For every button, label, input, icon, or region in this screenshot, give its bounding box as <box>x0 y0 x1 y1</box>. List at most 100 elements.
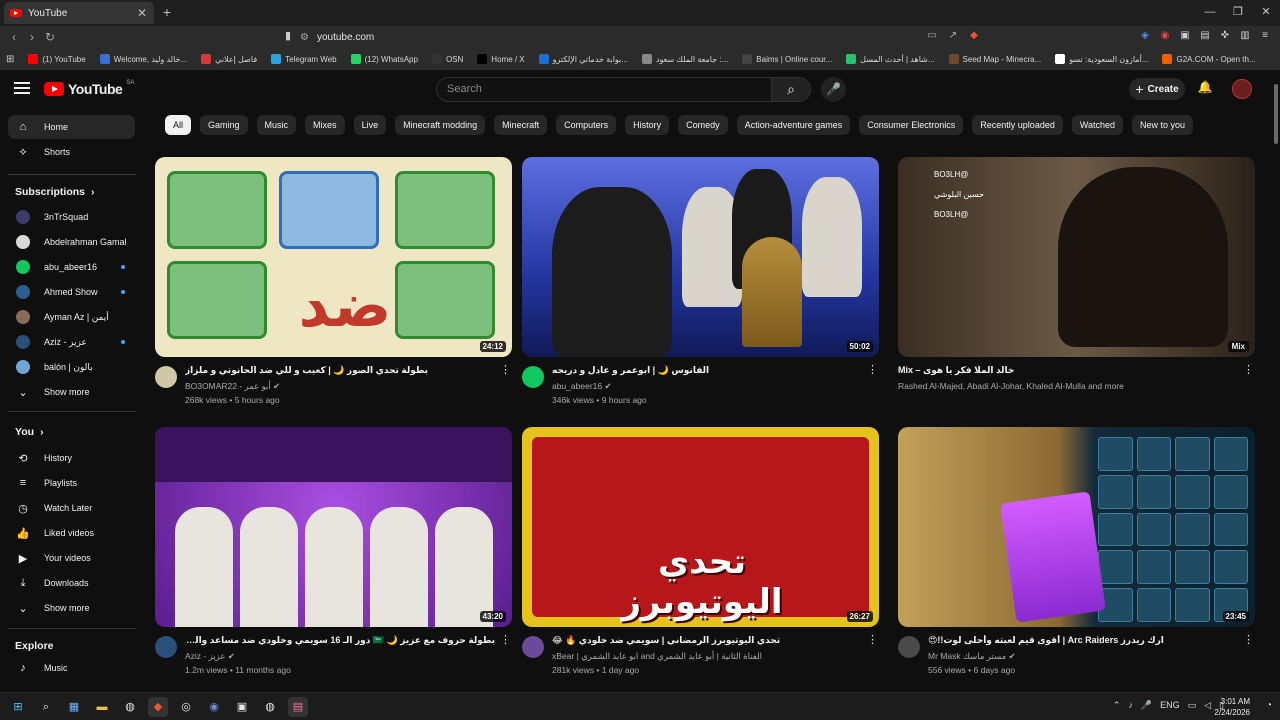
video-title[interactable]: بطولة تحدي الصور 🌙 | كعيب و للي ضد الحان… <box>185 365 495 376</box>
adblock-extension-icon[interactable]: ◉ <box>1158 29 1172 43</box>
bookmark-item[interactable]: بوابة خدماتي الإلكترو... <box>538 54 628 64</box>
chip-computers[interactable]: Computers <box>556 115 617 135</box>
share-icon[interactable]: ↗ <box>947 29 959 43</box>
language-indicator[interactable]: ENG <box>1160 700 1180 711</box>
extension-icon-2[interactable]: ▤ <box>1198 29 1212 43</box>
close-window-button[interactable]: ✕ <box>1252 0 1280 24</box>
file-explorer-icon[interactable]: ▬ <box>92 697 112 717</box>
page-scrollbar[interactable] <box>1272 70 1280 692</box>
taskbar-search-icon[interactable]: ⌕ <box>36 697 56 717</box>
video-title[interactable]: تحدي اليوتيوبرز الرمضاني | سويمي ضد خلود… <box>552 635 862 646</box>
start-windows-icon[interactable]: ⊞ <box>8 697 28 717</box>
channel-avatar[interactable] <box>898 636 920 658</box>
url-field[interactable]: ⚙ youtube.com <box>300 29 1140 46</box>
bookmark-item[interactable]: Telegram Web <box>271 54 337 64</box>
subscription-item[interactable]: 3nTrSquad <box>8 205 135 229</box>
bookmark-item[interactable]: Seed Map - Minecra... <box>948 54 1041 64</box>
forward-icon[interactable]: › <box>24 29 40 45</box>
video-more-options-icon[interactable]: ⋮ <box>867 635 878 646</box>
chip-history[interactable]: History <box>625 115 670 135</box>
apps-grid-icon[interactable]: ⊞ <box>6 54 14 65</box>
brave-shield-icon[interactable]: ◆ <box>968 29 980 43</box>
chip-minecraft[interactable]: Minecraft <box>494 115 548 135</box>
channel-avatar[interactable] <box>522 636 544 658</box>
taskbar-clock[interactable]: 3:01 AM 2/24/2026 <box>1214 696 1250 718</box>
bookmark-item[interactable]: فاصل إعلاني <box>201 54 257 64</box>
extension-icon[interactable]: ▣ <box>1178 29 1192 43</box>
discord-icon[interactable]: ◉ <box>204 697 224 717</box>
cast-icon[interactable]: ▭ <box>926 29 938 43</box>
subscriptions-heading[interactable]: Subscriptions › <box>15 186 95 198</box>
site-info-icon[interactable]: ⚙ <box>300 32 309 43</box>
channel-avatar[interactable] <box>155 366 177 388</box>
scrollbar-thumb[interactable] <box>1274 84 1278 144</box>
browser-menu-icon[interactable]: ≡ <box>1258 29 1272 43</box>
video-title[interactable]: Mix – خالد الملا فكر يا هوى <box>898 365 1208 376</box>
chip-new-to-you[interactable]: New to you <box>1132 115 1194 135</box>
subscription-item[interactable]: Ahmed Show <box>8 280 135 304</box>
bookmark-item[interactable]: (12) WhatsApp <box>350 54 418 64</box>
channel-name[interactable]: xBear | ابو عابد الشمري and الفناة الثان… <box>552 651 762 662</box>
volume-tray-icon[interactable]: ♪ <box>1128 700 1133 711</box>
chip-minecraft-modding[interactable]: Minecraft modding <box>395 115 486 135</box>
video-thumbnail[interactable]: 50:02 <box>522 157 879 357</box>
chip-recently-uploaded[interactable]: Recently uploaded <box>972 115 1063 135</box>
bookmark-item[interactable]: (1) YouTube <box>28 54 86 64</box>
sidebar-item-shorts[interactable]: ⟡ Shorts <box>8 140 135 164</box>
notification-center-icon[interactable]: ◔ <box>1266 700 1272 711</box>
search-button[interactable]: ⌕ <box>771 77 811 102</box>
maximize-button[interactable]: ❐ <box>1224 0 1252 24</box>
subscription-item[interactable]: Abdelrahman Gamal <box>8 230 135 254</box>
chip-gaming[interactable]: Gaming <box>200 115 248 135</box>
menu-hamburger-icon[interactable] <box>14 82 30 96</box>
channel-avatar[interactable] <box>155 636 177 658</box>
video-thumbnail[interactable]: 43:20 <box>155 427 512 627</box>
show-more-subscriptions[interactable]: ⌄ Show more <box>8 380 135 404</box>
channel-name[interactable]: BO3OMAR22 - أبو عمر ✔ <box>185 381 280 392</box>
bookmark-item[interactable]: Welcome, خالد وليد... <box>99 54 187 64</box>
tab-close-icon[interactable]: ✕ <box>136 6 148 20</box>
epic-games-icon[interactable]: ▣ <box>232 697 252 717</box>
bookmark-item[interactable]: جامعة الملك سعود :... <box>641 54 728 64</box>
mic-tray-icon[interactable]: 🎤 <box>1141 700 1152 711</box>
chip-all[interactable]: All <box>165 115 192 135</box>
video-card[interactable]: 23:45 ارك ريدرز Arc Raiders | أقوى قيم ل… <box>898 427 1255 675</box>
mix-card[interactable]: BO3LH@ حسين البلوشي BO3LH@ Mix Mix – خال… <box>898 157 1255 405</box>
notifications-bell-icon[interactable]: 🔔 <box>1197 80 1213 96</box>
minimize-button[interactable]: — <box>1196 0 1224 24</box>
new-tab-button[interactable]: + <box>160 4 174 20</box>
video-thumbnail[interactable]: ضد 24:12 <box>155 157 512 357</box>
video-thumbnail[interactable]: BO3LH@ حسين البلوشي BO3LH@ Mix <box>898 157 1255 357</box>
chip-live[interactable]: Live <box>353 115 387 135</box>
extensions-puzzle-icon[interactable]: ✜ <box>1218 29 1232 43</box>
subscription-item[interactable]: abu_abeer16 <box>8 255 135 279</box>
bookmark-item[interactable]: Home / X <box>477 54 525 64</box>
speaker-icon[interactable]: ◁ <box>1204 700 1211 711</box>
network-icon[interactable]: ▭ <box>1188 700 1197 711</box>
video-thumbnail[interactable]: 23:45 <box>898 427 1255 627</box>
video-title[interactable]: بطولة حروف مع عزيز 🌙 🇸🇦 دور الـ 16 سويمي… <box>185 635 495 646</box>
channel-name[interactable]: abu_abeer16 ✔ <box>552 381 612 392</box>
video-more-options-icon[interactable]: ⋮ <box>1243 635 1254 646</box>
video-card[interactable]: تحدي اليوتيوبرز 26:27 تحدي اليوتيوبرز ال… <box>522 427 879 675</box>
account-avatar[interactable] <box>1232 79 1252 99</box>
channel-name[interactable]: Mr Mask مستر ماسك ✔ <box>928 651 1016 662</box>
video-card[interactable]: 50:02 الفانوس 🌙 | ابوعمر و عادل و دريحه … <box>522 157 879 405</box>
video-title[interactable]: الفانوس 🌙 | ابوعمر و عادل و دريحه <box>552 365 862 376</box>
channel-avatar[interactable] <box>522 366 544 388</box>
app-icon[interactable]: ◎ <box>176 697 196 717</box>
sidebar-item-watch-later[interactable]: ◷ Watch Later <box>8 496 135 520</box>
subscription-item[interactable]: Aziz - عزيز <box>8 330 135 354</box>
app-icon-2[interactable]: ▤ <box>288 697 308 717</box>
task-view-icon[interactable]: ▦ <box>64 697 84 717</box>
chip-mixes[interactable]: Mixes <box>305 115 345 135</box>
chip-music[interactable]: Music <box>256 115 297 135</box>
subscription-item[interactable]: balón | بالون <box>8 355 135 379</box>
chip-action-adventure-games[interactable]: Action-adventure games <box>736 115 851 135</box>
sidebar-item-your-videos[interactable]: ▶ Your videos <box>8 546 135 570</box>
brave-browser-icon[interactable]: ◆ <box>148 697 168 717</box>
vpn-extension-icon[interactable]: ◈ <box>1138 29 1152 43</box>
bookmark-item[interactable]: OSN <box>431 54 463 64</box>
youtube-logo[interactable]: YouTube SA <box>44 80 134 97</box>
bookmark-item[interactable]: Baims | Online cour... <box>742 54 832 64</box>
